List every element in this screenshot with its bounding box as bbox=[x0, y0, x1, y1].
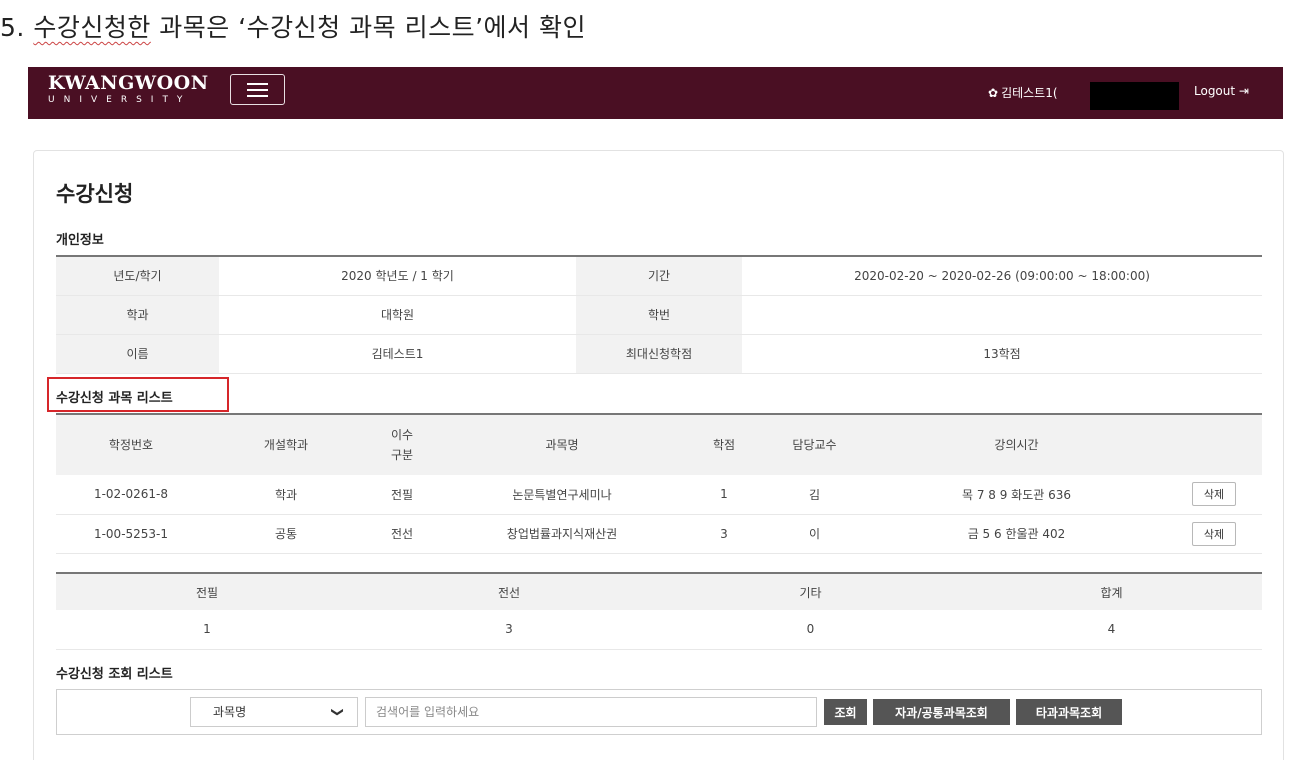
table-header-row: 전필 전선 기타 합계 bbox=[56, 573, 1262, 610]
select-value: 과목명 bbox=[213, 705, 247, 719]
table-row: 1-00-5253-1 공통 전선 창업법률과지식재산권 3 이 금 5 6 한… bbox=[56, 514, 1262, 553]
caption-rest: 과목은 ‘수강신청 과목 리스트’에서 확인 bbox=[150, 13, 586, 42]
info-value bbox=[742, 295, 1262, 334]
search-input[interactable] bbox=[365, 697, 817, 727]
course-time: 금 5 6 한울관 402 bbox=[967, 527, 1066, 541]
top-navbar: KWANGWOON UNIVERSITY ✿ 김테스트1( Logout ⇥ bbox=[28, 67, 1283, 119]
chevron-down-icon: ❯ bbox=[330, 706, 345, 718]
gear-icon: ✿ bbox=[988, 85, 999, 100]
info-label: 최대신청학점 bbox=[576, 334, 742, 373]
course-professor: 이 bbox=[808, 527, 821, 541]
info-label: 학번 bbox=[576, 295, 742, 334]
summary-header: 기타 bbox=[799, 585, 822, 600]
column-header: 학점 bbox=[712, 438, 736, 452]
course-time: 목 7 8 9 화도관 636 bbox=[961, 487, 1072, 502]
column-header: 이수 구분 bbox=[390, 428, 414, 462]
info-label: 년도/학기 bbox=[56, 256, 219, 295]
info-label: 학과 bbox=[56, 295, 219, 334]
course-credit: 3 bbox=[720, 526, 728, 541]
search-button[interactable]: 조회 bbox=[824, 699, 867, 725]
table-row: 학과 대학원 학번 bbox=[56, 295, 1262, 334]
redacted-area bbox=[1090, 82, 1179, 110]
summary-header: 합계 bbox=[1100, 585, 1123, 600]
page-title: 수강신청 bbox=[56, 182, 134, 206]
summary-value: 0 bbox=[806, 622, 815, 637]
table-row: 1 3 0 4 bbox=[56, 610, 1262, 649]
course-credit: 1 bbox=[720, 487, 728, 502]
info-label: 이름 bbox=[56, 334, 219, 373]
caption-prefix: 5. bbox=[0, 13, 34, 42]
info-value: 대학원 bbox=[380, 308, 415, 322]
table-row: 이름 김테스트1 최대신청학점 13학점 bbox=[56, 334, 1262, 373]
info-value: 2020-02-20 ~ 2020-02-26 (09:00:00 ~ 18:0… bbox=[854, 268, 1150, 283]
table-row: 1-02-0261-8 학과 전필 논문특별연구세미나 1 김 목 7 8 9 … bbox=[56, 475, 1262, 514]
user-name: 김테스트1( bbox=[1001, 86, 1058, 100]
course-type: 전필 bbox=[390, 487, 414, 502]
info-value: 김테스트1 bbox=[371, 347, 424, 361]
info-value: 13학점 bbox=[983, 347, 1021, 361]
credit-summary-table: 전필 전선 기타 합계 1 3 0 4 bbox=[56, 572, 1262, 650]
info-label: 기간 bbox=[576, 256, 742, 295]
course-list-table: 학정번호 개설학과 이수 구분 과목명 학점 담당교수 강의시간 1-02-026… bbox=[56, 413, 1262, 554]
summary-header: 전선 bbox=[497, 585, 521, 600]
search-field-select[interactable]: 과목명 ❯ bbox=[190, 697, 358, 727]
summary-value: 3 bbox=[505, 622, 513, 637]
logout-icon: ⇥ bbox=[1238, 84, 1249, 98]
column-header: 개설학과 bbox=[263, 438, 309, 452]
table-row: 년도/학기 2020 학년도 / 1 학기 기간 2020-02-20 ~ 20… bbox=[56, 256, 1262, 295]
course-name: 논문특별연구세미나 bbox=[512, 487, 612, 502]
logout-label: Logout bbox=[1194, 84, 1236, 98]
delete-button[interactable]: 삭제 bbox=[1192, 521, 1236, 546]
table-header-row: 학정번호 개설학과 이수 구분 과목명 학점 담당교수 강의시간 bbox=[56, 414, 1262, 475]
step-caption: 5. 수강신청한 과목은 ‘수강신청 과목 리스트’에서 확인 bbox=[0, 8, 586, 44]
course-professor: 김 bbox=[808, 487, 821, 502]
course-dept: 공통 bbox=[274, 527, 298, 541]
delete-button[interactable]: 삭제 bbox=[1192, 482, 1236, 507]
main-panel: 수강신청 개인정보 년도/학기 2020 학년도 / 1 학기 기간 2020-… bbox=[33, 150, 1284, 760]
logout-button[interactable]: Logout ⇥ bbox=[1194, 84, 1249, 98]
search-bar: 과목명 ❯ 조회 자과/공통과목조회 타과과목조회 bbox=[56, 689, 1262, 735]
annotation-highlight-box bbox=[47, 377, 229, 412]
logo-sub-text: UNIVERSITY bbox=[48, 95, 192, 105]
logo-main-text: KWANGWOON bbox=[48, 72, 209, 94]
personal-info-table: 년도/학기 2020 학년도 / 1 학기 기간 2020-02-20 ~ 20… bbox=[56, 255, 1262, 374]
caption-underlined: 수강신청한 bbox=[33, 13, 151, 42]
other-dept-search-button[interactable]: 타과과목조회 bbox=[1016, 699, 1122, 725]
own-dept-search-button[interactable]: 자과/공통과목조회 bbox=[873, 699, 1010, 725]
university-logo[interactable]: KWANGWOON UNIVERSITY bbox=[48, 72, 209, 105]
personal-info-title: 개인정보 bbox=[56, 233, 104, 248]
column-header: 강의시간 bbox=[994, 438, 1039, 452]
course-code: 1-00-5253-1 bbox=[93, 526, 169, 541]
menu-hamburger-icon[interactable] bbox=[230, 74, 285, 105]
summary-value: 1 bbox=[203, 622, 211, 637]
search-list-title: 수강신청 조회 리스트 bbox=[56, 667, 173, 682]
column-header: 과목명 bbox=[545, 438, 579, 452]
course-code: 1-02-0261-8 bbox=[93, 487, 169, 502]
course-dept: 학과 bbox=[274, 487, 298, 502]
user-info[interactable]: ✿ 김테스트1( bbox=[988, 84, 1058, 101]
course-type: 전선 bbox=[390, 527, 414, 541]
column-header: 담당교수 bbox=[792, 438, 837, 452]
course-name: 창업법률과지식재산권 bbox=[506, 527, 618, 541]
summary-header: 전필 bbox=[195, 585, 219, 600]
column-header: 학정번호 bbox=[108, 438, 154, 452]
info-value: 2020 학년도 / 1 학기 bbox=[341, 269, 454, 284]
column-header-action bbox=[1166, 414, 1262, 475]
summary-value: 4 bbox=[1107, 622, 1116, 637]
